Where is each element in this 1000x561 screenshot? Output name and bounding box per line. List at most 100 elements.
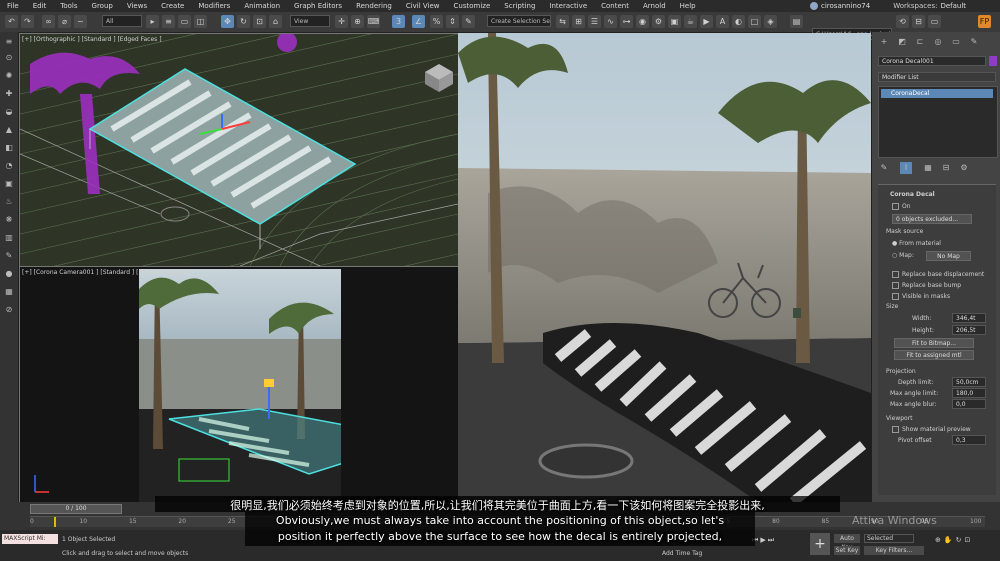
snap-3d-icon[interactable]: 3	[392, 15, 405, 28]
render-icon[interactable]: ☕	[684, 15, 697, 28]
menu-customize[interactable]: Customize	[447, 2, 498, 10]
map-radio[interactable]: ○ Map:	[892, 252, 914, 259]
time-slider[interactable]: 0 / 100	[30, 504, 122, 514]
rollout-title[interactable]: Corona Decal	[890, 191, 935, 198]
camera-icon[interactable]: ◧	[3, 142, 15, 154]
menu-group[interactable]: Group	[85, 2, 120, 10]
objects-excluded-button[interactable]: 0 objects excluded...	[892, 214, 972, 224]
select-manipulate-icon[interactable]: ⊕	[351, 15, 364, 28]
key-filters-button[interactable]: Key Filters...	[864, 546, 924, 555]
display-icon[interactable]: ▦	[3, 286, 15, 298]
make-unique-icon[interactable]: ▦	[922, 162, 934, 174]
replace-bump-checkbox[interactable]: Replace base bump	[892, 282, 961, 289]
particle-icon[interactable]: ❋	[3, 214, 15, 226]
mirror-icon[interactable]: ⇆	[556, 15, 569, 28]
percent-snap-icon[interactable]: %	[430, 15, 443, 28]
schematic-view-icon[interactable]: ⊶	[620, 15, 633, 28]
menu-content[interactable]: Content	[594, 2, 636, 10]
wire-icon[interactable]: ▥	[3, 232, 15, 244]
width-field[interactable]: 346,4t	[952, 313, 986, 323]
select-and-move-icon[interactable]: ✥	[221, 15, 234, 28]
show-material-preview-checkbox[interactable]: Show material preview	[892, 426, 971, 433]
no-map-button[interactable]: No Map	[926, 251, 971, 261]
select-object-icon[interactable]: ▸	[146, 15, 159, 28]
configure-sets-icon[interactable]: ⚙	[958, 162, 970, 174]
project-folder-icon[interactable]: ▤	[790, 15, 803, 28]
light-icon[interactable]: ✺	[3, 70, 15, 82]
spinner-snap-icon[interactable]: ⇕	[446, 15, 459, 28]
redo-icon[interactable]: ↷	[21, 15, 34, 28]
depth-limit-field[interactable]: 50,0cm	[952, 377, 986, 387]
goto-end-icon[interactable]: ⏭	[768, 536, 774, 554]
add-time-tag[interactable]: Add Time Tag	[662, 550, 702, 557]
pin-stack-icon[interactable]: ✎	[878, 162, 890, 174]
stack-item-corona-decal[interactable]: CoronaDecal	[881, 89, 993, 98]
utilities-tab-icon[interactable]: ✎	[968, 36, 980, 48]
link-icon[interactable]: ∞	[42, 15, 55, 28]
create-tab-icon[interactable]: +	[878, 36, 890, 48]
object-color-swatch[interactable]	[989, 56, 997, 66]
render-viewport[interactable]	[458, 33, 871, 502]
selection-filter-dropdown[interactable]: All	[102, 15, 142, 27]
pivot-center-icon[interactable]: ✛	[335, 15, 348, 28]
on-checkbox[interactable]: On	[892, 203, 911, 210]
render-production-icon[interactable]: ▶	[700, 15, 713, 28]
height-field[interactable]: 206,5t	[952, 325, 986, 335]
fit-to-material-button[interactable]: Fit to assigned mtl	[894, 350, 974, 360]
menu-create[interactable]: Create	[154, 2, 191, 10]
folder-icon[interactable]: ▭	[928, 15, 941, 28]
paint-icon[interactable]: ✎	[3, 250, 15, 262]
layer-explorer-icon[interactable]: ☰	[588, 15, 601, 28]
corona-icon[interactable]: ◐	[732, 15, 745, 28]
fit-to-bitmap-button[interactable]: Fit to Bitmap...	[894, 338, 974, 348]
fp-logo-icon[interactable]: FP	[978, 15, 991, 28]
menu-arnold[interactable]: Arnold	[636, 2, 673, 10]
user-name[interactable]: cirosannino74	[821, 2, 870, 10]
set-key-button[interactable]: Set Key	[834, 546, 860, 555]
remove-modifier-icon[interactable]: ⊟	[940, 162, 952, 174]
rect-selection-icon[interactable]: ▭	[178, 15, 191, 28]
align-icon[interactable]: ⊞	[572, 15, 585, 28]
replace-displacement-checkbox[interactable]: Replace base displacement	[892, 271, 984, 278]
menu-views[interactable]: Views	[120, 2, 154, 10]
menu-interactive[interactable]: Interactive	[542, 2, 594, 10]
viewport-label-ortho[interactable]: [+] [Orthographic ] [Standard ] [Edged F…	[22, 36, 162, 43]
pivot-offset-field[interactable]: 0,3	[952, 435, 986, 445]
maxscript-listener[interactable]: MAXScript Mi:	[2, 534, 58, 544]
menu-modifiers[interactable]: Modifiers	[191, 2, 237, 10]
display-tab-icon[interactable]: ▭	[950, 36, 962, 48]
vfb-icon[interactable]: □	[748, 15, 761, 28]
reference-coordinate-dropdown[interactable]: View	[290, 15, 330, 27]
curve-editor-icon[interactable]: ∿	[604, 15, 617, 28]
visible-in-masks-checkbox[interactable]: Visible in masks	[892, 293, 950, 300]
helper-icon[interactable]: ✚	[3, 88, 15, 100]
undo-icon[interactable]: ↶	[5, 15, 18, 28]
from-material-radio[interactable]: ● From material	[892, 240, 941, 247]
window-crossing-icon[interactable]: ◫	[194, 15, 207, 28]
show-end-result-icon[interactable]: I	[900, 162, 912, 174]
auto-key-button[interactable]: Auto Key	[834, 534, 860, 551]
menu-graph-editors[interactable]: Graph Editors	[287, 2, 349, 10]
menu-civil-view[interactable]: Civil View	[399, 2, 447, 10]
modifier-icon[interactable]: ▲	[3, 124, 15, 136]
menu-tools[interactable]: Tools	[53, 2, 84, 10]
shading-icon[interactable]: ◔	[3, 160, 15, 172]
orthographic-viewport[interactable]: [+] [Orthographic ] [Standard ] [Edged F…	[19, 33, 459, 267]
modifier-list-dropdown[interactable]: Modifier List	[878, 72, 996, 82]
menu-file[interactable]: File	[0, 2, 26, 10]
select-and-place-icon[interactable]: ⌂	[269, 15, 282, 28]
object-name-field[interactable]: Corona Decal001	[878, 56, 986, 66]
hierarchy-tab-icon[interactable]: ⊏	[914, 36, 926, 48]
workspace-dropdown[interactable]: Default	[940, 2, 966, 10]
lock-icon[interactable]: ⊟	[912, 15, 925, 28]
camera-viewport[interactable]: [+] [Corona Camera001 ] [Standard ] [Def…	[19, 266, 459, 504]
pan-icon[interactable]: ✋	[944, 536, 953, 544]
orbit-nav-icon[interactable]: ↻	[956, 536, 962, 544]
utility-icon[interactable]: ⊘	[3, 304, 15, 316]
zoom-icon[interactable]: ⊕	[935, 536, 941, 544]
unlink-icon[interactable]: ⌀	[58, 15, 71, 28]
selected-dropdown[interactable]: Selected	[864, 534, 914, 543]
set-key-plus-icon[interactable]: +	[810, 533, 830, 555]
keyboard-shortcut-icon[interactable]: ⌨	[367, 15, 380, 28]
interactive-render-icon[interactable]: ◈	[764, 15, 777, 28]
